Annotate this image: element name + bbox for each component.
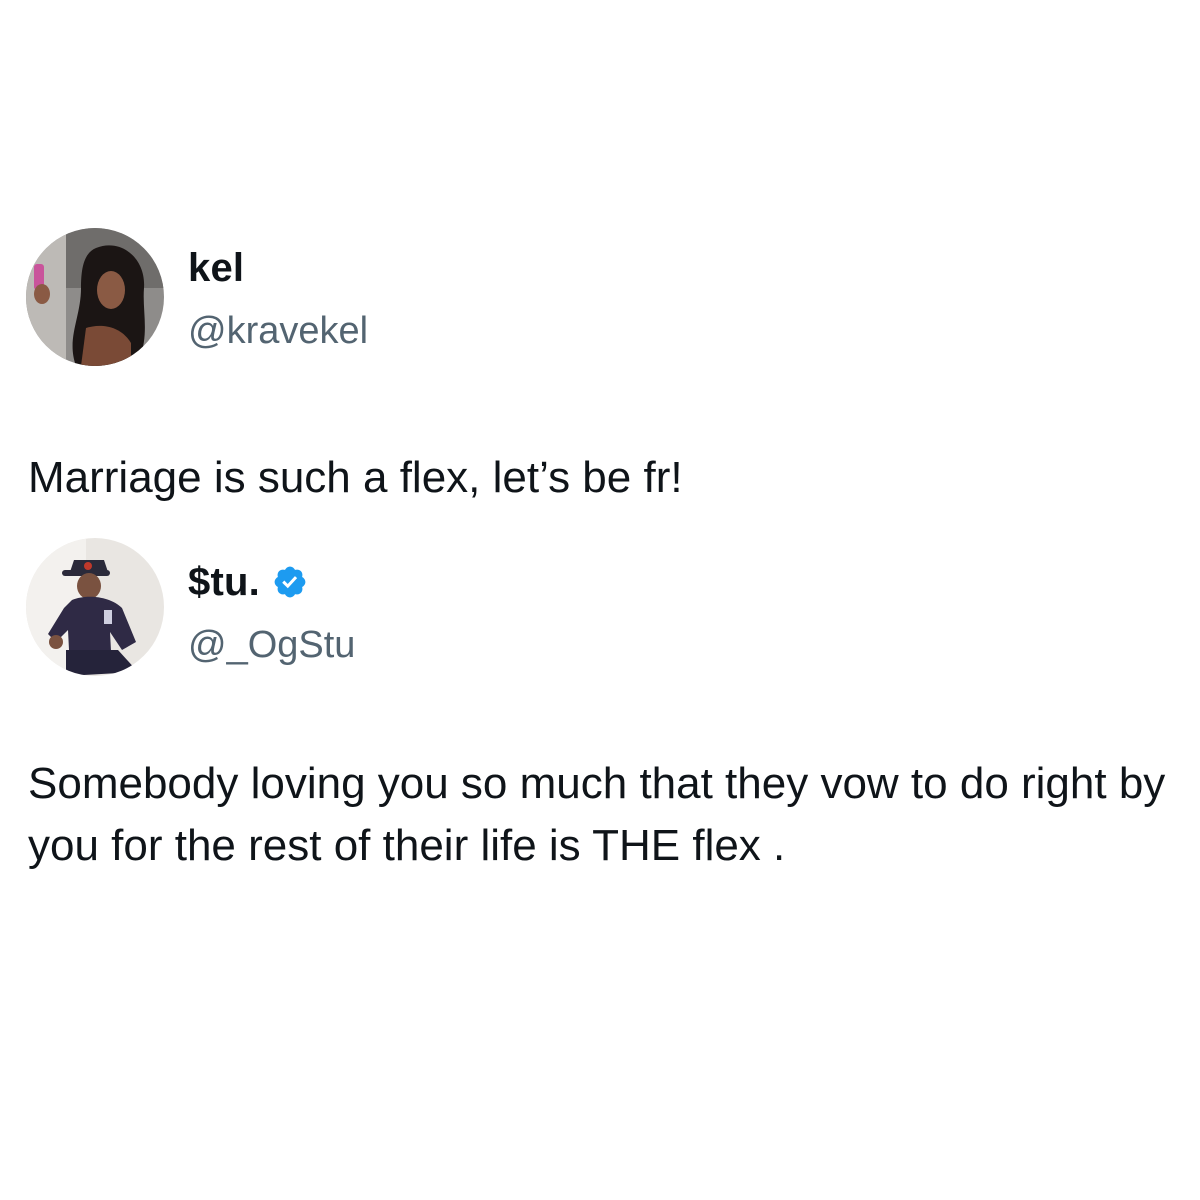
user-photo-avatar-icon (26, 538, 164, 676)
avatar[interactable] (26, 538, 164, 676)
tweet-author-header: $tu. @_OgStu (26, 538, 355, 676)
user-photo-avatar-icon (26, 228, 164, 366)
display-name-text[interactable]: $tu. (188, 562, 260, 602)
tweet-text: Marriage is such a flex, let’s be fr! (28, 453, 683, 502)
tweet-author-header: kel @kravekel (26, 228, 368, 366)
tweet-text: Somebody loving you so much that they vo… (28, 759, 1166, 870)
avatar[interactable] (26, 228, 164, 366)
author-names: kel @kravekel (188, 228, 368, 350)
author-names: $tu. @_OgStu (188, 538, 355, 664)
verified-badge-icon (274, 566, 306, 598)
display-name[interactable]: $tu. (188, 562, 355, 602)
display-name[interactable]: kel (188, 248, 368, 288)
display-name-text[interactable]: kel (188, 248, 244, 288)
user-handle[interactable]: @_OgStu (188, 626, 355, 664)
user-handle[interactable]: @kravekel (188, 312, 368, 350)
